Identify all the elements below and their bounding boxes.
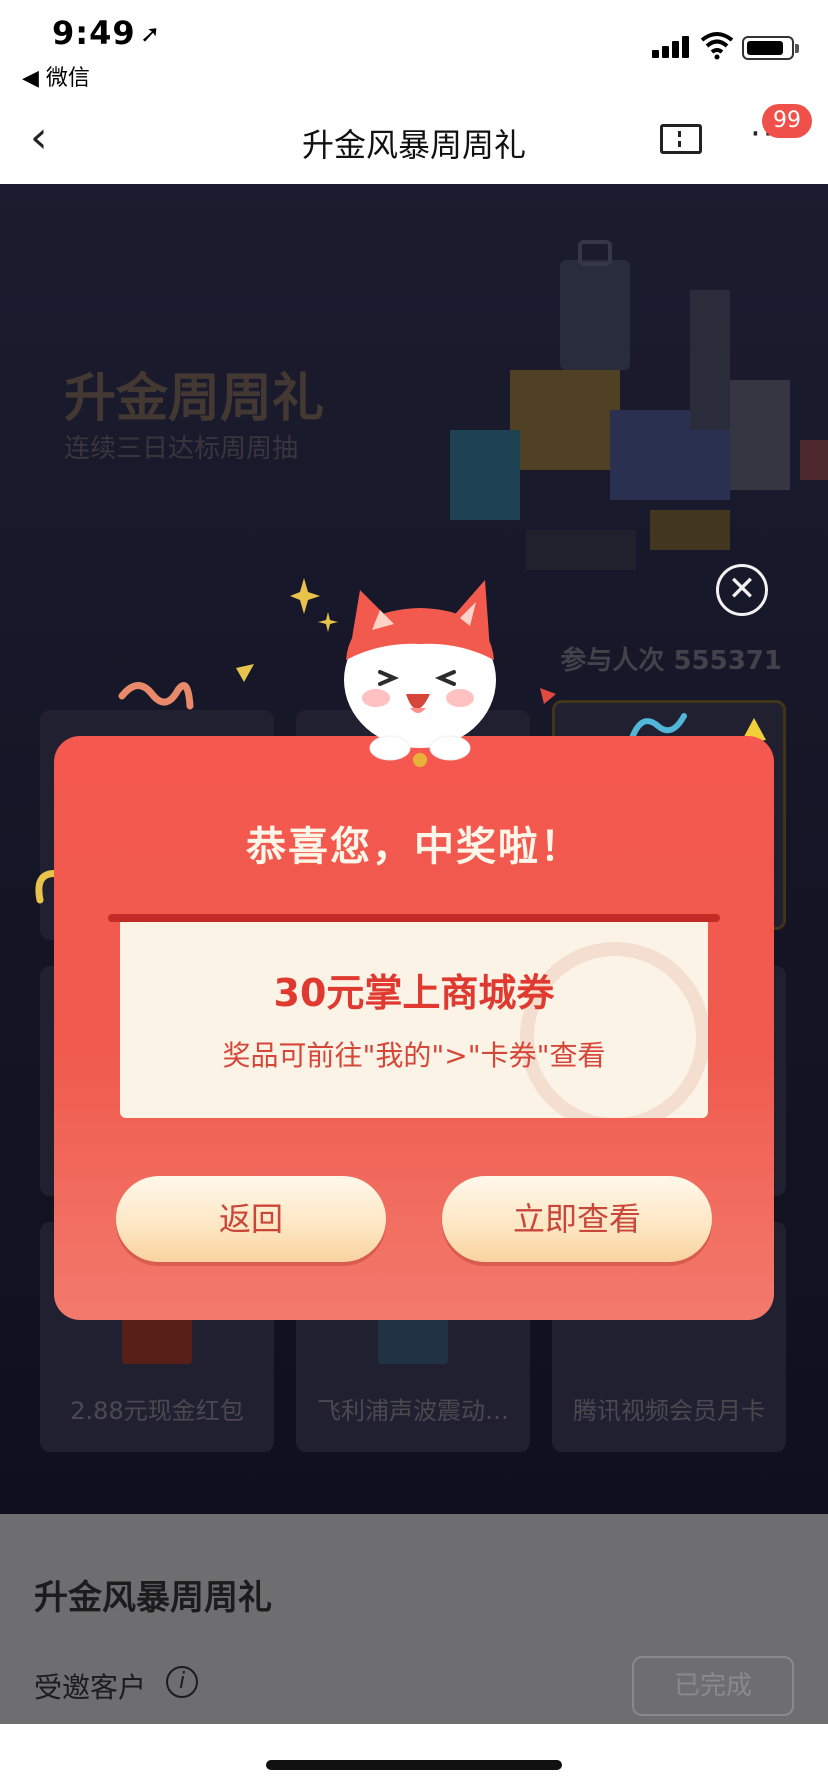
info-icon[interactable]: i — [166, 1666, 198, 1698]
notification-badge: 99 — [762, 104, 812, 138]
view-now-button[interactable]: 立即查看 — [442, 1176, 712, 1262]
back-to-app-link[interactable]: ◀ 微信 — [22, 60, 90, 92]
prize-hint: 奖品可前往"我的">"卡券"查看 — [222, 1039, 606, 1072]
section-title: 升金风暴周周礼 — [34, 1578, 272, 1618]
invited-customers-label: 受邀客户 — [34, 1671, 147, 1704]
clock: 9:49 — [52, 14, 136, 52]
confetti-ribbon-icon — [118, 682, 194, 710]
page-title: 升金风暴周周礼 — [301, 126, 526, 164]
battery-icon — [742, 36, 799, 60]
cellular-signal-icon — [652, 36, 692, 58]
prize-dialog: 恭喜您，中奖啦！ 30元掌上商城券 奖品可前往"我的">"卡券"查看 返回 立即… — [54, 736, 774, 1320]
status-bar: 9:49 ➚ ◀ 微信 — [0, 0, 828, 92]
nav-bar: ‹ 升金风暴周周礼 ··· 99 — [0, 92, 828, 184]
location-arrow-icon: ➚ — [140, 20, 161, 48]
prize-name: 30元掌上商城券 — [273, 971, 555, 1015]
home-bar — [0, 1724, 828, 1792]
close-icon[interactable]: ✕ — [716, 564, 768, 616]
campaign-section: 升金风暴周周礼 受邀客户 i 已完成 — [0, 1514, 828, 1724]
completed-status-button[interactable]: 已完成 — [632, 1656, 794, 1716]
cat-mascot-image — [344, 580, 496, 767]
dialog-title: 恭喜您，中奖啦！ — [246, 824, 582, 870]
ticket-icon[interactable] — [660, 124, 702, 154]
prize-card: 30元掌上商城券 奖品可前往"我的">"卡券"查看 — [120, 922, 708, 1118]
wifi-icon — [700, 32, 734, 60]
home-indicator[interactable] — [266, 1760, 562, 1770]
back-button[interactable]: 返回 — [116, 1176, 386, 1262]
confetti-triangle-icon — [236, 664, 254, 682]
prize-card-slot — [108, 914, 720, 922]
confetti-triangle-icon — [540, 688, 556, 704]
